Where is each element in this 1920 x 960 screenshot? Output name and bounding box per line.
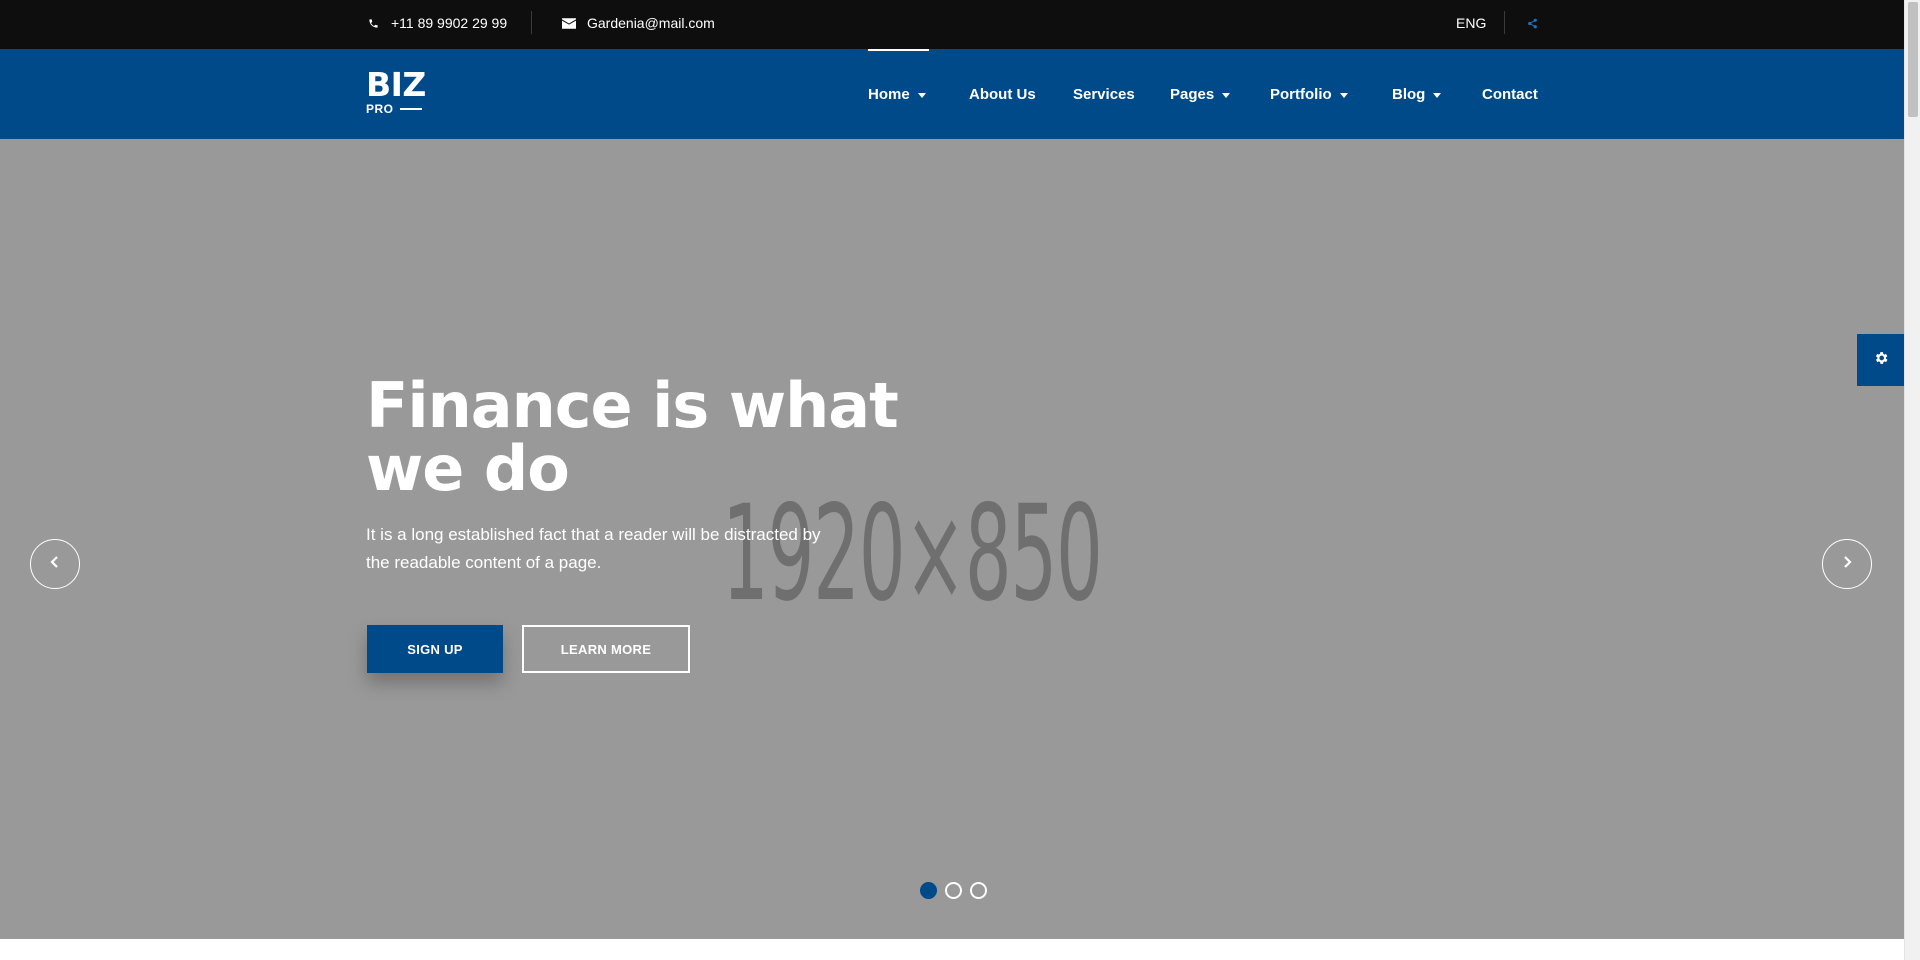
topbar-divider [531,11,532,34]
phone-number: +11 89 9902 29 99 [391,15,508,31]
nav-label-contact: Contact [1482,85,1538,103]
main-navbar: BIZ PRO Home About Us Services Pages Por… [0,49,1904,139]
learn-more-button[interactable]: LEARN MORE [522,625,690,673]
slider-dot-1[interactable] [920,882,937,899]
settings-panel-toggle[interactable] [1857,334,1904,386]
nav-item-contact[interactable]: Contact [1482,49,1538,139]
caret-down-icon [917,92,926,98]
slider-prev-button[interactable] [30,539,80,589]
nav-item-portfolio[interactable]: Portfolio [1270,49,1348,139]
scrollbar-thumb[interactable] [1908,2,1918,117]
gear-icon [1873,350,1889,371]
phone-contact[interactable]: +11 89 9902 29 99 [366,0,507,46]
share-icon [1525,16,1539,30]
nav-label-pages: Pages [1170,85,1215,103]
topbar-divider-right [1504,11,1505,34]
nav-label-blog: Blog [1392,85,1426,103]
nav-label-portfolio: Portfolio [1270,85,1332,103]
email-contact[interactable]: Gardenia@mail.com [562,0,715,46]
share-button[interactable] [1525,0,1539,46]
slider-next-button[interactable] [1822,539,1872,589]
nav-item-services[interactable]: Services [1073,49,1135,139]
hero-subtext: It is a long established fact that a rea… [366,525,821,572]
page-scrollbar[interactable] [1904,0,1920,960]
top-bar: +11 89 9902 29 99 Gardenia@mail.com ENG [0,0,1904,49]
slider-dot-2[interactable] [945,882,962,899]
nav-item-pages[interactable]: Pages [1170,49,1231,139]
language-selector[interactable]: ENG [1456,0,1486,46]
phone-icon [366,16,380,30]
next-section [0,939,1904,960]
logo-sub-text: PRO [366,102,394,116]
page: +11 89 9902 29 99 Gardenia@mail.com ENG … [0,0,1920,960]
logo-sub: PRO [366,102,426,116]
chevron-left-icon [49,555,61,574]
caret-down-icon [1433,92,1442,98]
signup-button[interactable]: SIGN UP [367,625,503,673]
caret-down-icon [1339,92,1348,98]
site-logo[interactable]: BIZ PRO [366,65,426,116]
envelope-icon [562,16,576,30]
nav-label-services: Services [1073,85,1135,103]
logo-underline [399,108,422,110]
chevron-right-icon [1841,555,1853,574]
slider-pagination [920,882,987,899]
nav-item-home[interactable]: Home [868,49,926,139]
caret-down-icon [1222,92,1231,98]
email-address: Gardenia@mail.com [587,15,715,31]
hero-headline-line2: we do [366,432,570,505]
nav-label-home: Home [868,85,910,103]
hero-headline: Finance is what we do [366,374,926,500]
nav-item-about[interactable]: About Us [969,49,1036,139]
slider-dot-3[interactable] [970,882,987,899]
nav-label-about: About Us [969,85,1036,103]
logo-main: BIZ [366,65,426,104]
language-label: ENG [1456,15,1487,31]
hero-slider: 1920×850 Finance is what we do It is a l… [0,139,1904,939]
nav-item-blog[interactable]: Blog [1392,49,1442,139]
